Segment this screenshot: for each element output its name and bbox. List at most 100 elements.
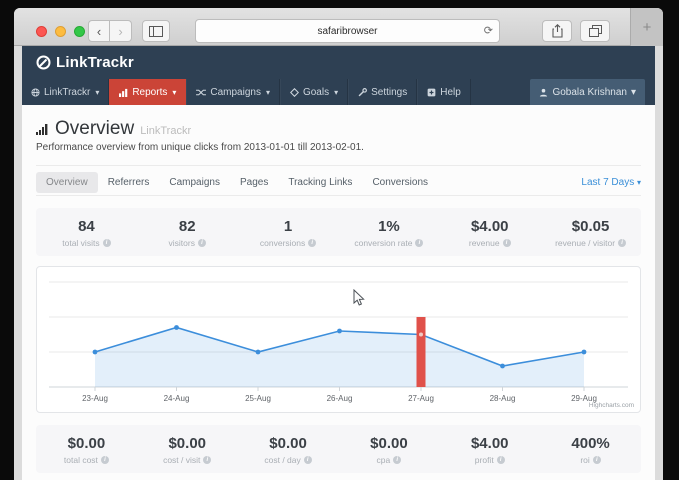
info-icon[interactable]: i	[101, 456, 109, 464]
stat-value: $0.05	[540, 218, 641, 235]
stat-value: $0.00	[137, 435, 238, 452]
top-stats-row: 84total visitsi82visitorsi1conversionsi1…	[36, 208, 641, 256]
tab-pages[interactable]: Pages	[230, 172, 278, 193]
reload-icon[interactable]: ⟳	[484, 24, 493, 37]
menu-item-linktrackr[interactable]: LinkTrackr ▾	[22, 79, 109, 105]
chevron-down-icon: ▾	[637, 178, 641, 187]
info-icon[interactable]: i	[304, 456, 312, 464]
stat-label: visitorsi	[137, 238, 238, 248]
page-subtitle: Performance overview from unique clicks …	[36, 142, 641, 153]
traffic-lights	[36, 26, 85, 37]
stat-label-text: cost / day	[264, 455, 300, 465]
menu-item-label: Reports	[132, 87, 167, 98]
page-title-suffix: LinkTrackr	[140, 125, 191, 137]
info-icon[interactable]: i	[503, 239, 511, 247]
tab-overview[interactable]: Overview	[36, 172, 98, 193]
info-icon[interactable]: i	[203, 456, 211, 464]
mouse-cursor	[353, 289, 366, 307]
info-icon[interactable]: i	[393, 456, 401, 464]
stat-label: profiti	[439, 455, 540, 465]
stat-label-text: revenue	[469, 238, 500, 248]
stat-label-text: roi	[580, 455, 589, 465]
plus-icon: +	[643, 19, 652, 36]
user-icon	[539, 88, 548, 97]
stat-value: 82	[137, 218, 238, 235]
stat-label: total visits i	[36, 238, 137, 248]
wrench-icon	[358, 88, 367, 97]
info-icon[interactable]: i	[198, 239, 206, 247]
info-icon[interactable]: i	[415, 239, 423, 247]
tab-tracking-links[interactable]: Tracking Links	[278, 172, 362, 193]
stat-label-text: conversions	[260, 238, 305, 248]
info-icon[interactable]: i	[593, 456, 601, 464]
chevron-down-icon: ▾	[266, 88, 270, 97]
stat-value: 1%	[339, 218, 440, 235]
page-title: Overview	[55, 118, 134, 140]
stat-label: revenuei	[439, 238, 540, 248]
stat-label: total costi	[36, 455, 137, 465]
info-icon[interactable]: i	[618, 239, 626, 247]
menu-item-campaigns[interactable]: Campaigns▾	[186, 79, 280, 105]
brand-name[interactable]: LinkTrackr	[56, 54, 134, 71]
svg-text:26-Aug: 26-Aug	[327, 394, 353, 403]
menu-item-reports[interactable]: Reports▾	[109, 79, 186, 105]
diamond-icon	[290, 88, 299, 97]
stat-label-text: visitors	[169, 238, 195, 248]
new-tab-button[interactable]: +	[630, 8, 663, 46]
menu-item-settings[interactable]: Settings	[348, 79, 417, 105]
tabs-icon	[589, 25, 602, 37]
bar-chart-icon	[119, 88, 128, 97]
menu-item-goals[interactable]: Goals▾	[280, 79, 348, 105]
address-bar[interactable]: ⟳	[195, 19, 500, 43]
info-icon[interactable]: i	[308, 239, 316, 247]
stat-total-cost: $0.00 total costi	[36, 435, 137, 465]
window-right-edge	[655, 46, 663, 480]
tab-referrers[interactable]: Referrers	[98, 172, 160, 193]
stat-label-text: profit	[475, 455, 494, 465]
stat-label: conversion ratei	[339, 238, 440, 248]
address-input[interactable]	[196, 20, 499, 42]
menu-item-label: LinkTrackr	[44, 87, 90, 98]
browser-toolbar: ‹ › ⟳	[14, 8, 663, 46]
stat-label-text: cpa	[377, 455, 391, 465]
tab-overview-button[interactable]	[580, 20, 610, 42]
back-button[interactable]: ‹	[88, 20, 110, 42]
linktrackr-logo-icon	[35, 54, 52, 71]
date-range-dropdown[interactable]: Last 7 Days ▾	[581, 177, 641, 188]
window-left-edge	[14, 46, 22, 480]
stat-label-text: total visits	[62, 238, 99, 248]
stat-label-text: cost / visit	[163, 455, 200, 465]
visits-chart[interactable]: 23-Aug24-Aug25-Aug26-Aug27-Aug28-Aug29-A…	[37, 267, 640, 412]
svg-text:24-Aug: 24-Aug	[164, 394, 190, 403]
app-navbar: LinkTrackr LinkTrackr▾Reports▾Campaigns▾…	[22, 46, 655, 105]
stat-label: cost / day i	[238, 455, 339, 465]
user-menu[interactable]: Gobala Krishnan▾	[530, 79, 645, 105]
chevron-down-icon: ▾	[334, 88, 338, 97]
stat-value: $0.00	[36, 435, 137, 452]
minimize-window-button[interactable]	[55, 26, 66, 37]
chart-credit: Highcharts.com	[589, 402, 634, 409]
zoom-window-button[interactable]	[74, 26, 85, 37]
tab-campaigns[interactable]: Campaigns	[159, 172, 230, 193]
stat-visitors: 82 visitorsi	[137, 218, 238, 248]
chevron-down-icon: ▾	[631, 87, 636, 98]
chevron-down-icon: ▾	[95, 88, 99, 97]
page-main: Overview LinkTrackr Performance overview…	[22, 105, 655, 480]
stat-label: revenue / visitori	[540, 238, 641, 248]
menu-item-label: Help	[440, 87, 461, 98]
tab-conversions[interactable]: Conversions	[362, 172, 438, 193]
stat-revenue: $4.00revenuei	[439, 218, 540, 248]
info-icon[interactable]: i	[497, 456, 505, 464]
menu-item-help[interactable]: Help	[417, 79, 471, 105]
stat-label: conversionsi	[238, 238, 339, 248]
stat-value: 1	[238, 218, 339, 235]
globe-icon	[31, 88, 40, 97]
info-icon[interactable]: i	[103, 239, 111, 247]
share-icon	[552, 24, 563, 38]
sidebar-toggle-button[interactable]	[142, 20, 170, 42]
share-button[interactable]	[542, 20, 572, 42]
stat-roi: 400%roii	[540, 435, 641, 465]
forward-button[interactable]: ›	[110, 20, 132, 42]
close-window-button[interactable]	[36, 26, 47, 37]
webpage: LinkTrackr LinkTrackr▾Reports▾Campaigns▾…	[22, 46, 655, 480]
